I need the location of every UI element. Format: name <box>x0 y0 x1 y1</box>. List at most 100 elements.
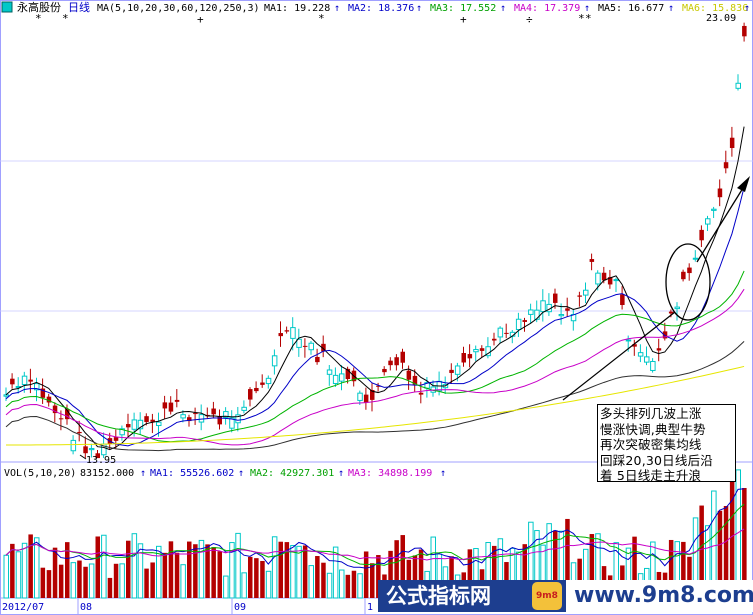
volume-bar <box>370 563 375 598</box>
candle-body <box>113 437 119 441</box>
volume-bar <box>326 572 333 599</box>
candle-body <box>400 351 405 363</box>
candle-body <box>308 342 314 351</box>
vol-ma2-value: MA2: 42927.301 <box>250 468 334 479</box>
volume-bar <box>265 570 272 599</box>
candle-body <box>723 162 729 169</box>
arrow-up-icon: ↑ <box>440 468 446 479</box>
candle-body <box>332 374 339 385</box>
event-marker[interactable]: * <box>318 12 325 25</box>
candle-body <box>637 352 644 357</box>
event-marker[interactable]: * <box>62 12 69 25</box>
volume-bar <box>131 533 138 599</box>
candle-body <box>284 330 290 332</box>
annotation-line: 回踩20,30日线后沿 <box>600 452 713 468</box>
event-marker[interactable]: ÷ <box>526 13 533 26</box>
volume-header: VOL(5,10,20) 83152.000 ↑ MA1: 55526.602 … <box>4 468 446 479</box>
volume-bar <box>205 544 210 598</box>
candle-body <box>467 354 473 359</box>
candle-body <box>198 414 205 423</box>
volume-bar <box>168 541 174 598</box>
candle-body <box>144 416 149 422</box>
volume-bar <box>290 545 296 599</box>
x-label: 09 <box>234 602 246 613</box>
candle-body <box>515 318 522 331</box>
candle-body <box>681 271 686 280</box>
candle-body <box>699 229 704 241</box>
volume-bar <box>101 534 107 599</box>
volume-bar <box>223 575 229 599</box>
volume-bar <box>302 545 308 598</box>
volume-bar <box>321 562 326 598</box>
candle-body <box>553 293 558 303</box>
candle-body <box>692 257 699 260</box>
volume-bar <box>119 563 125 599</box>
candle-body <box>625 339 632 342</box>
volume-bar <box>729 469 735 598</box>
low-price-label: 13.95 <box>86 455 116 466</box>
event-marker[interactable]: * <box>585 12 592 25</box>
candle-body <box>77 431 82 434</box>
candle-body <box>241 406 247 411</box>
candle-body <box>10 378 15 385</box>
candle-body <box>248 389 253 400</box>
candle-body <box>674 306 680 310</box>
candle-body <box>742 25 747 37</box>
annotation-line: 再次突破密集均线 <box>600 437 702 452</box>
volume-bar <box>83 566 88 598</box>
volume-bar <box>241 572 247 599</box>
volume-bar <box>180 564 186 599</box>
chart-border <box>0 0 753 615</box>
candle-body <box>735 82 741 89</box>
candle-body <box>180 414 186 419</box>
period-label[interactable]: 日线 <box>68 0 90 14</box>
volume-bar <box>58 564 64 598</box>
candle-body <box>302 345 308 347</box>
volume-bar <box>137 543 144 599</box>
volume-bar <box>34 537 40 599</box>
event-marker[interactable]: + <box>460 13 467 26</box>
candle-body <box>687 267 692 274</box>
moving-average-lines <box>5 126 745 452</box>
ma5-value: MA5: 16.677 <box>598 3 664 14</box>
candle-body <box>278 333 283 337</box>
x-axis: 2012/07 08 09 1 <box>2 598 373 615</box>
candle-body <box>131 419 138 430</box>
x-label: 1 <box>367 602 373 613</box>
candle-body <box>260 382 265 385</box>
candle-body <box>211 408 216 415</box>
candle-body <box>168 402 174 412</box>
candle-body <box>620 294 625 306</box>
candle-body <box>492 338 497 341</box>
candle-body <box>613 279 619 282</box>
candle-body <box>558 314 565 317</box>
arrow-up-icon: ↑ <box>500 3 506 14</box>
candle-body <box>388 360 393 366</box>
volume-bar <box>296 545 302 599</box>
candle-body <box>382 368 387 373</box>
candle-body <box>357 392 363 401</box>
event-marker[interactable]: * <box>35 12 42 25</box>
volume-bar <box>40 567 46 598</box>
candle-body <box>394 357 399 366</box>
volume-bar <box>339 569 345 599</box>
volume-bar <box>95 536 100 598</box>
volume-bar <box>248 556 253 598</box>
event-marker[interactable]: + <box>197 13 204 26</box>
volume-bar <box>162 552 168 598</box>
volume-bar <box>21 542 28 599</box>
arrow-head-icon <box>737 176 750 192</box>
candle-body <box>589 259 595 262</box>
candle-body <box>88 448 95 451</box>
candle-body <box>83 446 88 454</box>
event-marker[interactable]: * <box>578 12 585 25</box>
high-price-label: 23.09 <box>706 13 736 24</box>
volume-value: 83152.000 <box>80 468 134 479</box>
candle-body <box>595 272 601 285</box>
candle-body <box>522 320 527 322</box>
volume-bar <box>308 565 314 599</box>
volume-bar <box>174 552 180 598</box>
candle-body <box>644 356 650 363</box>
volume-bar <box>107 577 113 598</box>
price-volume-chart: 永高股份 日线 MA(5,10,20,30,60,120,250,3) MA1:… <box>0 0 753 615</box>
